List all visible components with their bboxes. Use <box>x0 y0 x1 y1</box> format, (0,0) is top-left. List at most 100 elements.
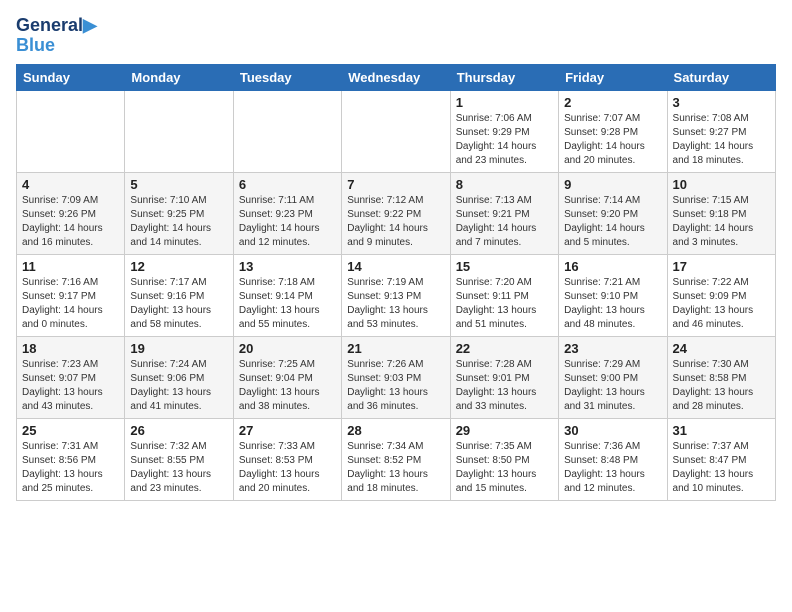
weekday-header-friday: Friday <box>559 64 667 90</box>
calendar-cell: 14 Sunrise: 7:19 AM Sunset: 9:13 PM Dayli… <box>342 254 450 336</box>
calendar-cell: 8Sunrise: 7:13 AM Sunset: 9:21 PM Daylig… <box>450 172 558 254</box>
day-number: 1 <box>456 95 553 110</box>
calendar-cell: 19 Sunrise: 7:24 AM Sunset: 9:06 PM Dayli… <box>125 336 233 418</box>
day-info: Sunrise: 7:07 AM Sunset: 9:28 PM Dayligh… <box>564 112 661 168</box>
calendar-cell: 20 Sunrise: 7:25 AM Sunset: 9:04 PM Dayli… <box>233 336 341 418</box>
day-info: Sunrise: 7:35 AM Sunset: 8:50 PM Dayligh… <box>456 440 553 496</box>
day-number: 14 <box>347 259 444 274</box>
calendar-cell: 27 Sunrise: 7:33 AM Sunset: 8:53 PM Dayli… <box>233 418 341 500</box>
day-info: Sunrise: 7:08 AM Sunset: 9:27 PM Dayligh… <box>673 112 770 168</box>
day-number: 16 <box>564 259 661 274</box>
day-info: Sunrise: 7:33 AM Sunset: 8:53 PM Dayligh… <box>239 440 336 496</box>
calendar-cell: 3 Sunrise: 7:08 AM Sunset: 9:27 PM Daylig… <box>667 90 775 172</box>
calendar-cell <box>233 90 341 172</box>
calendar-cell <box>125 90 233 172</box>
day-info: Sunrise: 7:06 AM Sunset: 9:29 PM Dayligh… <box>456 112 553 168</box>
day-number: 13 <box>239 259 336 274</box>
calendar-cell: 1 Sunrise: 7:06 AM Sunset: 9:29 PM Daylig… <box>450 90 558 172</box>
calendar-cell: 13 Sunrise: 7:18 AM Sunset: 9:14 PM Dayli… <box>233 254 341 336</box>
calendar-cell: 22 Sunrise: 7:28 AM Sunset: 9:01 PM Dayli… <box>450 336 558 418</box>
day-number: 19 <box>130 341 227 356</box>
calendar-cell: 10 Sunrise: 7:15 AM Sunset: 9:18 PM Dayli… <box>667 172 775 254</box>
day-number: 10 <box>673 177 770 192</box>
day-number: 30 <box>564 423 661 438</box>
day-info: Sunrise: 7:21 AM Sunset: 9:10 PM Dayligh… <box>564 276 661 332</box>
day-number: 11 <box>22 259 119 274</box>
day-number: 28 <box>347 423 444 438</box>
day-info: Sunrise: 7:19 AM Sunset: 9:13 PM Dayligh… <box>347 276 444 332</box>
calendar-cell: 24Sunrise: 7:30 AM Sunset: 8:58 PM Dayli… <box>667 336 775 418</box>
calendar-cell <box>342 90 450 172</box>
weekday-header-monday: Monday <box>125 64 233 90</box>
calendar-week-row: 11 Sunrise: 7:16 AM Sunset: 9:17 PM Dayli… <box>17 254 776 336</box>
day-number: 6 <box>239 177 336 192</box>
weekday-header-wednesday: Wednesday <box>342 64 450 90</box>
day-info: Sunrise: 7:29 AM Sunset: 9:00 PM Dayligh… <box>564 358 661 414</box>
calendar-week-row: 1 Sunrise: 7:06 AM Sunset: 9:29 PM Daylig… <box>17 90 776 172</box>
day-info: Sunrise: 7:20 AM Sunset: 9:11 PM Dayligh… <box>456 276 553 332</box>
logo: General▶Blue <box>16 16 97 56</box>
weekday-header-row: SundayMondayTuesdayWednesdayThursdayFrid… <box>17 64 776 90</box>
day-info: Sunrise: 7:34 AM Sunset: 8:52 PM Dayligh… <box>347 440 444 496</box>
weekday-header-thursday: Thursday <box>450 64 558 90</box>
calendar-cell: 21 Sunrise: 7:26 AM Sunset: 9:03 PM Dayli… <box>342 336 450 418</box>
day-number: 29 <box>456 423 553 438</box>
day-number: 18 <box>22 341 119 356</box>
day-number: 9 <box>564 177 661 192</box>
calendar-week-row: 4Sunrise: 7:09 AM Sunset: 9:26 PM Daylig… <box>17 172 776 254</box>
calendar-cell: 9 Sunrise: 7:14 AM Sunset: 9:20 PM Daylig… <box>559 172 667 254</box>
day-number: 21 <box>347 341 444 356</box>
calendar-cell: 25Sunrise: 7:31 AM Sunset: 8:56 PM Dayli… <box>17 418 125 500</box>
calendar-cell: 30 Sunrise: 7:36 AM Sunset: 8:48 PM Dayli… <box>559 418 667 500</box>
day-info: Sunrise: 7:37 AM Sunset: 8:47 PM Dayligh… <box>673 440 770 496</box>
day-number: 15 <box>456 259 553 274</box>
day-info: Sunrise: 7:10 AM Sunset: 9:25 PM Dayligh… <box>130 194 227 250</box>
day-info: Sunrise: 7:15 AM Sunset: 9:18 PM Dayligh… <box>673 194 770 250</box>
calendar-week-row: 25Sunrise: 7:31 AM Sunset: 8:56 PM Dayli… <box>17 418 776 500</box>
page-header: General▶Blue <box>16 16 776 56</box>
day-info: Sunrise: 7:22 AM Sunset: 9:09 PM Dayligh… <box>673 276 770 332</box>
day-info: Sunrise: 7:26 AM Sunset: 9:03 PM Dayligh… <box>347 358 444 414</box>
day-number: 2 <box>564 95 661 110</box>
calendar-cell: 29 Sunrise: 7:35 AM Sunset: 8:50 PM Dayli… <box>450 418 558 500</box>
weekday-header-sunday: Sunday <box>17 64 125 90</box>
calendar-cell: 7Sunrise: 7:12 AM Sunset: 9:22 PM Daylig… <box>342 172 450 254</box>
day-number: 17 <box>673 259 770 274</box>
day-number: 23 <box>564 341 661 356</box>
weekday-header-tuesday: Tuesday <box>233 64 341 90</box>
calendar-cell: 17 Sunrise: 7:22 AM Sunset: 9:09 PM Dayli… <box>667 254 775 336</box>
day-number: 24 <box>673 341 770 356</box>
day-number: 3 <box>673 95 770 110</box>
calendar-cell: 31 Sunrise: 7:37 AM Sunset: 8:47 PM Dayli… <box>667 418 775 500</box>
calendar-week-row: 18Sunrise: 7:23 AM Sunset: 9:07 PM Dayli… <box>17 336 776 418</box>
calendar-cell: 23 Sunrise: 7:29 AM Sunset: 9:00 PM Dayli… <box>559 336 667 418</box>
day-number: 8 <box>456 177 553 192</box>
day-number: 12 <box>130 259 227 274</box>
day-info: Sunrise: 7:14 AM Sunset: 9:20 PM Dayligh… <box>564 194 661 250</box>
calendar-cell: 2 Sunrise: 7:07 AM Sunset: 9:28 PM Daylig… <box>559 90 667 172</box>
day-info: Sunrise: 7:24 AM Sunset: 9:06 PM Dayligh… <box>130 358 227 414</box>
calendar-table: SundayMondayTuesdayWednesdayThursdayFrid… <box>16 64 776 501</box>
weekday-header-saturday: Saturday <box>667 64 775 90</box>
day-number: 4 <box>22 177 119 192</box>
calendar-cell: 15 Sunrise: 7:20 AM Sunset: 9:11 PM Dayli… <box>450 254 558 336</box>
calendar-cell: 12 Sunrise: 7:17 AM Sunset: 9:16 PM Dayli… <box>125 254 233 336</box>
day-number: 27 <box>239 423 336 438</box>
day-info: Sunrise: 7:11 AM Sunset: 9:23 PM Dayligh… <box>239 194 336 250</box>
day-info: Sunrise: 7:36 AM Sunset: 8:48 PM Dayligh… <box>564 440 661 496</box>
calendar-cell: 16 Sunrise: 7:21 AM Sunset: 9:10 PM Dayli… <box>559 254 667 336</box>
day-info: Sunrise: 7:25 AM Sunset: 9:04 PM Dayligh… <box>239 358 336 414</box>
day-info: Sunrise: 7:28 AM Sunset: 9:01 PM Dayligh… <box>456 358 553 414</box>
day-number: 22 <box>456 341 553 356</box>
calendar-cell: 6 Sunrise: 7:11 AM Sunset: 9:23 PM Daylig… <box>233 172 341 254</box>
day-number: 31 <box>673 423 770 438</box>
day-number: 5 <box>130 177 227 192</box>
day-number: 20 <box>239 341 336 356</box>
calendar-cell: 26Sunrise: 7:32 AM Sunset: 8:55 PM Dayli… <box>125 418 233 500</box>
day-info: Sunrise: 7:18 AM Sunset: 9:14 PM Dayligh… <box>239 276 336 332</box>
day-info: Sunrise: 7:16 AM Sunset: 9:17 PM Dayligh… <box>22 276 119 332</box>
day-info: Sunrise: 7:17 AM Sunset: 9:16 PM Dayligh… <box>130 276 227 332</box>
day-number: 7 <box>347 177 444 192</box>
calendar-cell: 5 Sunrise: 7:10 AM Sunset: 9:25 PM Daylig… <box>125 172 233 254</box>
calendar-cell: 28 Sunrise: 7:34 AM Sunset: 8:52 PM Dayli… <box>342 418 450 500</box>
